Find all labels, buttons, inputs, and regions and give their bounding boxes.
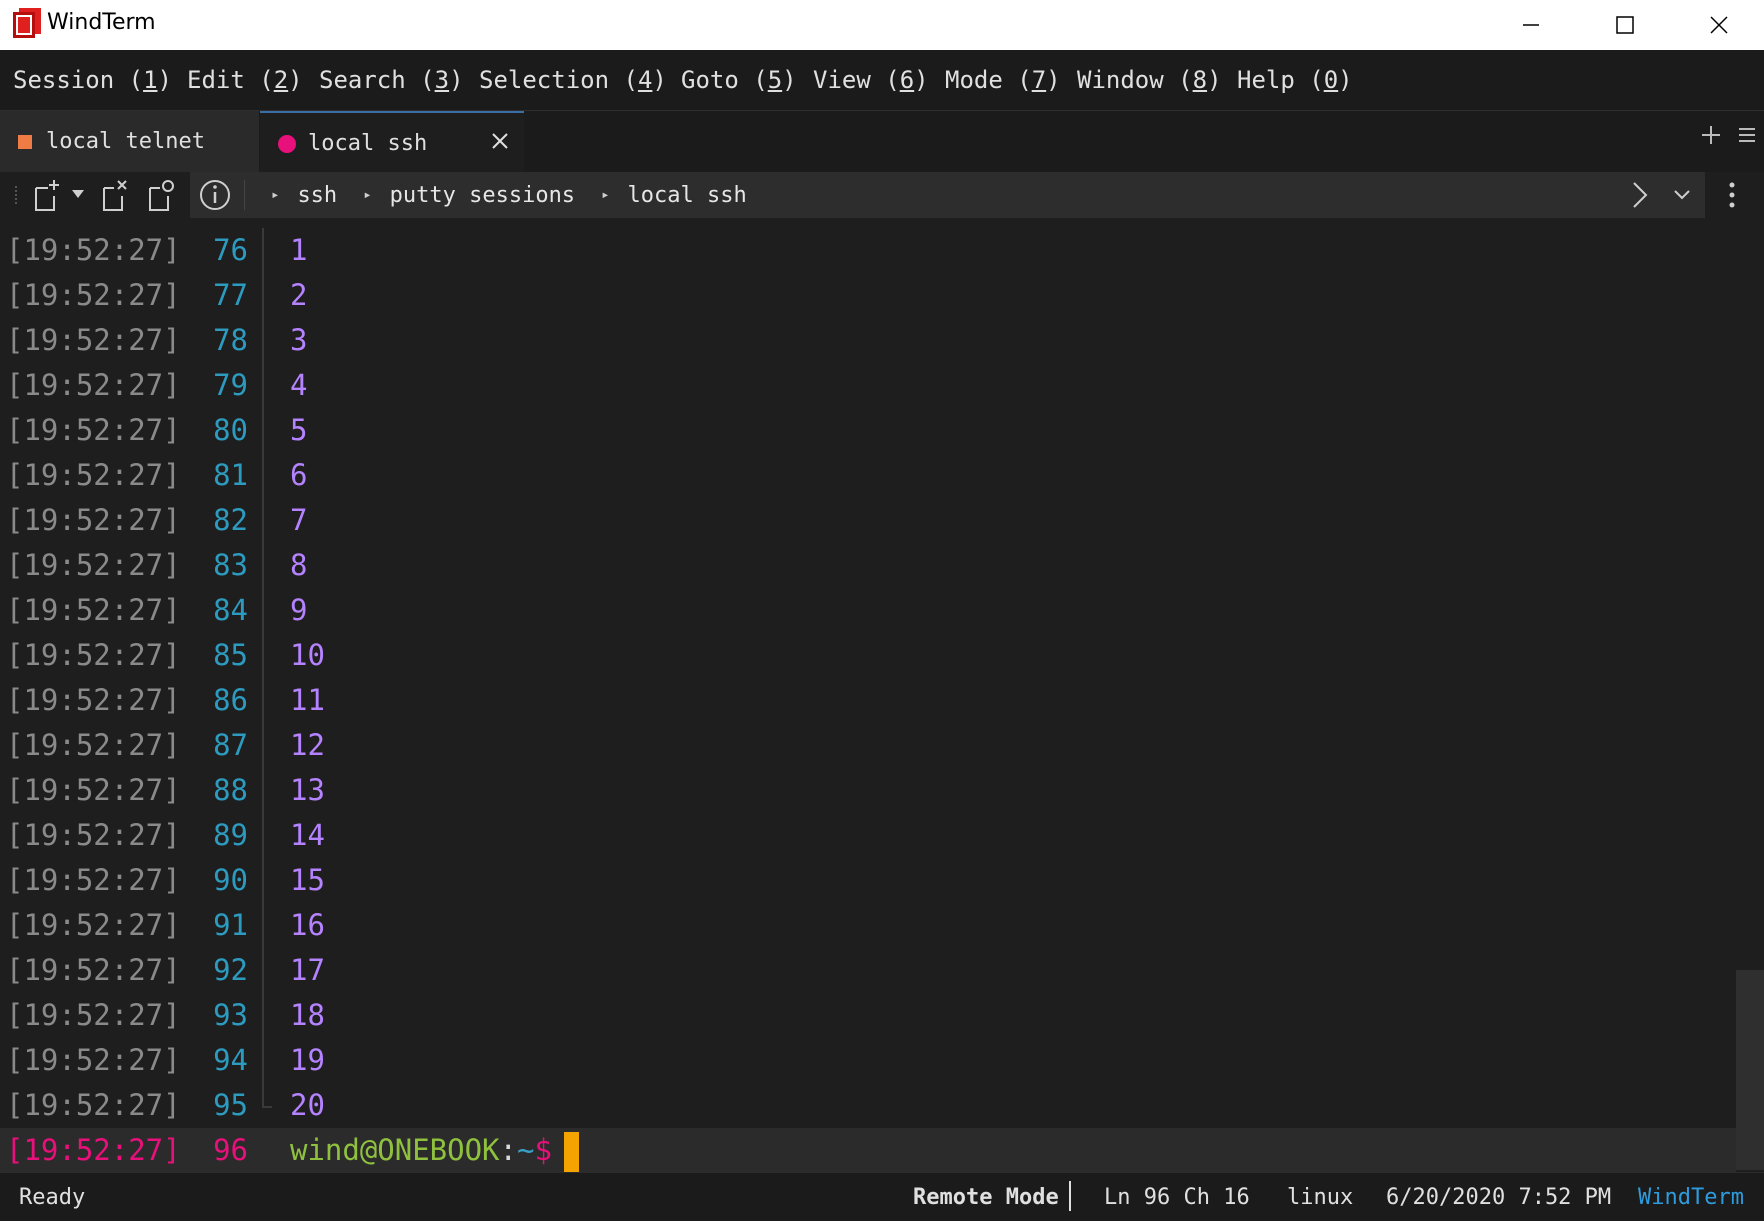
drag-handle-icon[interactable]	[13, 186, 19, 206]
terminal-line: [19:52:27] 76 1	[6, 233, 308, 267]
tab-close-icon[interactable]	[490, 131, 510, 151]
menu-edit[interactable]: Edit (2)	[187, 66, 303, 94]
terminal-line: [19:52:27] 94 19	[6, 1043, 325, 1077]
session-color-icon	[278, 134, 296, 153]
tab-label: local ssh	[308, 131, 428, 156]
terminal-line: [19:52:27] 89 14	[6, 818, 325, 852]
close-button[interactable]	[1672, 0, 1764, 50]
terminal-line: [19:52:27] 90 15	[6, 863, 325, 897]
breadcrumb-arrow-icon: ▸	[363, 187, 372, 203]
status-bar: Ready Remote Mode Ln 96 Ch 16 linux 6/20…	[0, 1172, 1764, 1221]
new-tab-plus-icon[interactable]	[1700, 124, 1722, 146]
maximize-icon	[1616, 16, 1634, 34]
minimize-icon	[1523, 24, 1539, 26]
terminal-line: [19:52:27] 78 3	[6, 323, 308, 357]
status-cursor-position[interactable]: Ln 96 Ch 16	[1104, 1185, 1250, 1210]
terminal-line: [19:52:27] 82 7	[6, 503, 308, 537]
menu-selection[interactable]: Selection (4)	[479, 66, 667, 94]
title-bar: WindTerm	[0, 0, 1764, 50]
text-cursor	[564, 1132, 579, 1172]
new-session-dropdown-icon[interactable]	[70, 188, 86, 200]
chevron-down-icon[interactable]	[1672, 188, 1692, 202]
terminal-line: [19:52:27] 77 2	[6, 278, 308, 312]
terminal-line: [19:52:27] 79 4	[6, 368, 308, 402]
chevron-right-icon[interactable]	[1630, 180, 1650, 210]
status-mode-divider	[1069, 1181, 1071, 1211]
menu-session[interactable]: Session (1)	[13, 66, 172, 94]
status-os[interactable]: linux	[1287, 1185, 1353, 1210]
terminal-line: [19:52:27] 84 9	[6, 593, 308, 627]
menu-help[interactable]: Help (0)	[1237, 66, 1353, 94]
terminal-line: [19:52:27] 95 20	[6, 1088, 325, 1122]
tab-label: local telnet	[46, 129, 205, 154]
windterm-logo-icon	[13, 8, 41, 38]
terminal-line: [19:52:27] 81 6	[6, 458, 308, 492]
breadcrumb-item-local-ssh[interactable]: local ssh	[628, 183, 747, 208]
toolbar: ▸ ssh ▸ putty sessions ▸ local ssh	[0, 172, 1764, 218]
terminal-line: [19:52:27] 85 10	[6, 638, 325, 672]
menu-goto[interactable]: Goto (5)	[681, 66, 797, 94]
tab-bar: local telnet local ssh	[0, 111, 1764, 174]
more-options-icon[interactable]	[1727, 180, 1737, 210]
terminal-line: [19:52:27] 80 5	[6, 413, 308, 447]
terminal-prompt-line[interactable]: [19:52:27] 96 wind@ONEBOOK:~$	[0, 1128, 1736, 1173]
minimize-button[interactable]	[1484, 0, 1578, 50]
terminal-line: [19:52:27] 92 17	[6, 953, 325, 987]
session-settings-icon[interactable]	[146, 178, 176, 212]
status-datetime: 6/20/2020 7:52 PM	[1386, 1185, 1612, 1210]
window-title: WindTerm	[47, 10, 156, 35]
tab-list-menu-icon[interactable]	[1737, 125, 1757, 145]
menu-bar: Session (1) Edit (2) Search (3) Selectio…	[0, 50, 1764, 111]
breadcrumb-arrow-icon: ▸	[601, 187, 610, 203]
terminal-output[interactable]: [19:52:27] 76 1 [19:52:27] 77 2 [19:52:27] 78…	[0, 228, 1736, 1173]
tab-local-ssh[interactable]: local ssh	[260, 111, 524, 174]
breadcrumb-divider	[244, 180, 245, 210]
terminal-line: [19:52:27] 93 18	[6, 998, 325, 1032]
terminal-line: [19:52:27] 88 13	[6, 773, 325, 807]
breadcrumb: ▸ ssh ▸ putty sessions ▸ local ssh	[190, 172, 1705, 218]
terminal-line: [19:52:27] 87 12	[6, 728, 325, 762]
status-ready: Ready	[19, 1185, 86, 1210]
info-icon[interactable]	[198, 178, 232, 212]
terminal-line: [19:52:27] 83 8	[6, 548, 308, 582]
tab-local-telnet[interactable]: local telnet	[0, 111, 259, 172]
menu-mode[interactable]: Mode (7)	[945, 66, 1061, 94]
close-icon	[1710, 16, 1728, 34]
new-session-icon[interactable]	[32, 178, 62, 212]
shell-prompt: wind@ONEBOOK:~$	[290, 1133, 552, 1167]
status-brand[interactable]: WindTerm	[1638, 1185, 1744, 1210]
breadcrumb-item-ssh[interactable]: ssh	[297, 183, 337, 208]
terminal-line: [19:52:27] 91 16	[6, 908, 325, 942]
menu-search[interactable]: Search (3)	[319, 66, 464, 94]
breadcrumb-item-putty-sessions[interactable]: putty sessions	[390, 183, 575, 208]
scrollbar-thumb[interactable]	[1736, 970, 1764, 1170]
status-mode[interactable]: Remote Mode	[913, 1185, 1059, 1210]
session-color-icon	[18, 134, 32, 149]
menu-view[interactable]: View (6)	[813, 66, 929, 94]
breadcrumb-arrow-icon: ▸	[271, 187, 280, 203]
maximize-button[interactable]	[1578, 0, 1672, 50]
terminal-line: [19:52:27] 86 11	[6, 683, 325, 717]
close-session-icon[interactable]	[100, 178, 130, 212]
menu-window[interactable]: Window (8)	[1077, 66, 1222, 94]
